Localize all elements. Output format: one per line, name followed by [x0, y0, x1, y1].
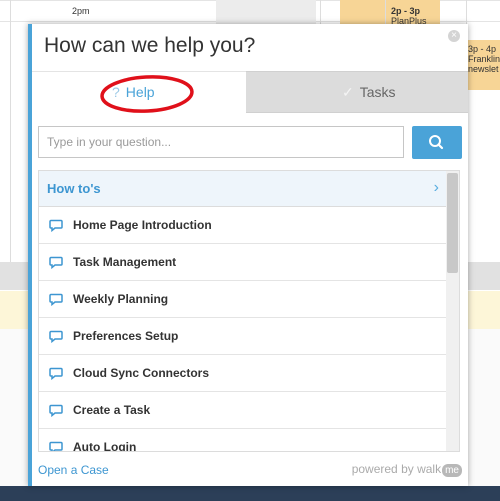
calendar-event-subtitle: newslet	[468, 64, 499, 74]
tab-help[interactable]: ? Help	[32, 71, 246, 113]
howto-item-label: Preferences Setup	[73, 329, 179, 343]
howto-item[interactable]: Weekly Planning	[39, 281, 447, 318]
open-case-link[interactable]: Open a Case	[38, 463, 109, 477]
howtos-title: How to's	[47, 181, 101, 196]
tab-tasks-label: Tasks	[359, 84, 396, 100]
widget-title: How can we help you?	[44, 34, 256, 57]
help-widget: How can we help you? × ?Help ✓ Tasks How …	[28, 24, 468, 486]
search-input[interactable]	[38, 126, 404, 158]
calendar-event[interactable]: 2p - 3p PlanPlus	[386, 0, 440, 26]
chat-bubble-icon	[49, 256, 63, 269]
powered-by-label: powered by walk me	[352, 462, 462, 477]
howto-item[interactable]: Task Management	[39, 244, 447, 281]
howto-item[interactable]: Home Page Introduction	[39, 207, 447, 244]
scrollbar-thumb[interactable]	[447, 173, 458, 273]
howto-item-label: Create a Task	[73, 403, 151, 417]
walkme-logo: me	[442, 464, 462, 477]
howto-item[interactable]: Cloud Sync Connectors	[39, 355, 447, 392]
chat-bubble-icon	[49, 441, 63, 451]
calendar-event-time: 3p - 4p	[468, 44, 497, 54]
howto-item[interactable]: Auto Login	[39, 429, 447, 452]
howto-item-label: Task Management	[73, 255, 177, 269]
howto-item-label: Home Page Introduction	[73, 218, 212, 232]
howto-item[interactable]: Create a Task	[39, 392, 447, 429]
calendar-event-title: Franklin	[468, 54, 500, 64]
scrollbar[interactable]	[446, 171, 459, 451]
powered-by-text: powered by walk	[351, 462, 442, 476]
chat-bubble-icon	[49, 330, 63, 343]
howto-item-label: Weekly Planning	[73, 292, 169, 306]
annotation-circle	[100, 75, 194, 113]
chat-bubble-icon	[49, 219, 63, 232]
calendar-event-block[interactable]	[340, 0, 385, 25]
chat-bubble-icon	[49, 404, 63, 417]
tab-tasks[interactable]: ✓ Tasks	[246, 71, 468, 113]
bottom-bar	[0, 486, 500, 501]
calendar-time-label: 2pm	[72, 6, 90, 16]
check-icon: ✓	[342, 84, 354, 100]
calendar-event-time: 2p - 3p	[391, 6, 421, 16]
chat-bubble-icon	[49, 367, 63, 380]
howto-item-label: Auto Login	[73, 440, 137, 452]
calendar-event[interactable]: 3p - 4p Franklin newslet	[466, 40, 500, 90]
howtos-panel: How to's › Home Page Introduction Task M…	[38, 170, 460, 452]
close-button[interactable]: ×	[448, 30, 460, 42]
howtos-header[interactable]: How to's ›	[39, 171, 447, 207]
calendar-gridline	[10, 0, 11, 262]
tab-tasks-content: ✓ Tasks	[342, 84, 396, 101]
howto-item[interactable]: Preferences Setup	[39, 318, 447, 355]
howto-item-label: Cloud Sync Connectors	[73, 366, 210, 380]
chat-bubble-icon	[49, 293, 63, 306]
search-button[interactable]	[412, 126, 462, 159]
chevron-right-icon: ›	[433, 179, 439, 196]
search-icon	[429, 135, 444, 150]
